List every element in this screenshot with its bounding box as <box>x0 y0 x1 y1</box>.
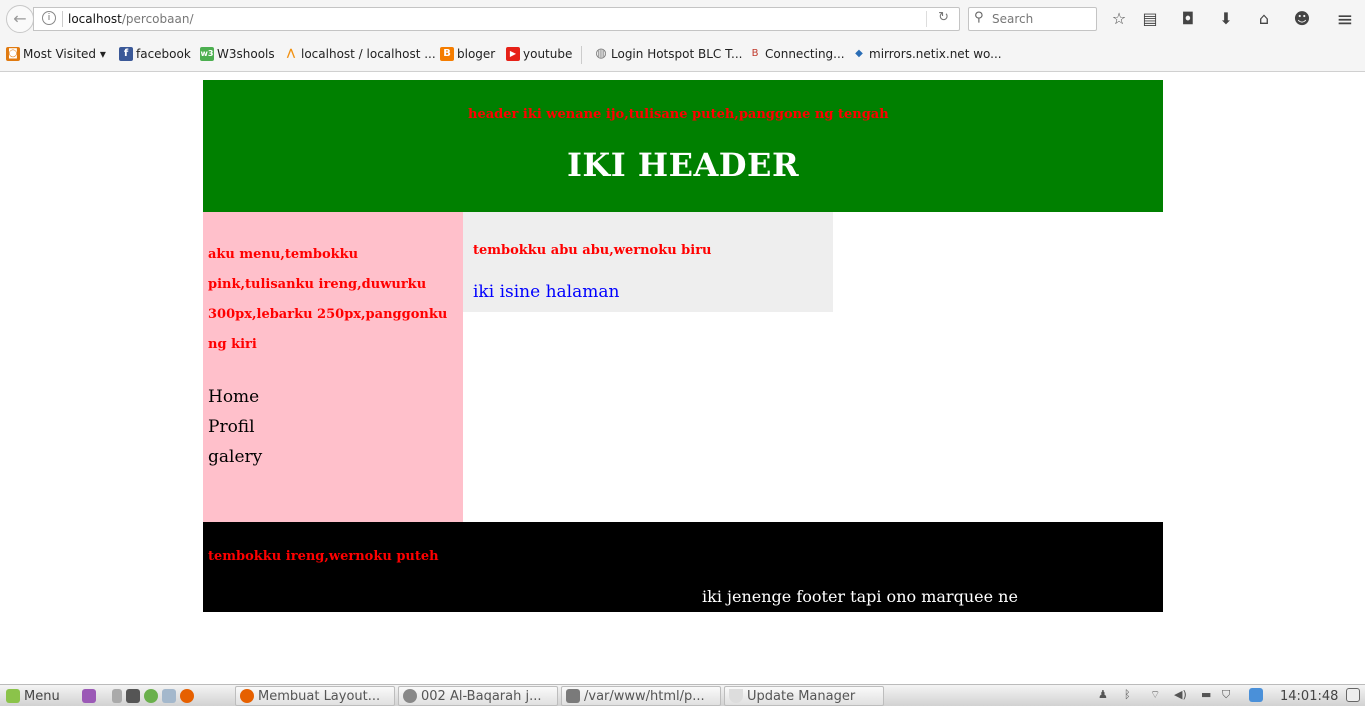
url-text[interactable]: localhost/percobaan/ <box>68 12 194 26</box>
start-menu-button[interactable]: Menu <box>6 687 60 705</box>
os-taskbar: Menu Membuat Layout... 002 Al-Baqarah j.… <box>0 684 1365 706</box>
bookmark-youtube[interactable]: ▶ youtube <box>506 47 572 61</box>
w3schools-icon: w3 <box>200 47 214 61</box>
clock[interactable]: 14:01:48 <box>1280 687 1338 705</box>
bookmark-label: Most Visited ▾ <box>23 47 106 61</box>
workspace-switcher-icon[interactable] <box>1346 688 1360 702</box>
menu-links: Home Profil galery <box>208 382 262 472</box>
shield-icon <box>729 689 743 703</box>
menu-label: Menu <box>24 688 60 704</box>
user-icon[interactable]: ♟ <box>1098 688 1108 701</box>
menu-note: aku menu,tembokku pink,tulisanku ireng,d… <box>208 247 448 352</box>
header-note: header iki wenane ijo,tulisane puteh,pan… <box>468 107 889 122</box>
task-label: 002 Al-Baqarah j... <box>421 688 542 704</box>
bookmark-phpmyadmin[interactable]: ⋀ localhost / localhost ... <box>284 47 436 61</box>
task-player[interactable]: 002 Al-Baqarah j... <box>398 686 558 706</box>
editor-icon <box>566 689 580 703</box>
mint-logo-icon <box>6 689 20 703</box>
page-footer: tembokku ireng,wernoku puteh iki jenenge… <box>203 522 1163 612</box>
download-icon[interactable]: ⬇ <box>1216 9 1236 29</box>
pocket-icon[interactable]: ◘ <box>1178 9 1198 29</box>
menu-link-galery[interactable]: galery <box>208 442 262 472</box>
blogger-icon: B <box>440 47 454 61</box>
search-placeholder: Search <box>992 12 1034 26</box>
files-icon[interactable] <box>162 689 176 703</box>
bookmark-label: localhost / localhost ... <box>301 47 436 61</box>
bookmark-login-hotspot[interactable]: ◍ Login Hotspot BLC T... <box>594 46 743 62</box>
url-host: localhost <box>68 12 122 26</box>
reload-separator <box>926 11 927 27</box>
reload-icon[interactable]: ↻ <box>938 10 949 25</box>
content-area: tembokku abu abu,wernoku biru iki isine … <box>463 212 833 312</box>
terminal-icon[interactable] <box>126 689 140 703</box>
url-bar[interactable]: i localhost/percobaan/ ↻ <box>33 7 960 31</box>
bookmark-label: bloger <box>457 47 496 61</box>
menu-link-home[interactable]: Home <box>208 382 262 412</box>
bookmark-facebook[interactable]: f facebook <box>119 47 191 61</box>
globe-icon: ◍ <box>595 46 607 61</box>
sidebar-menu: aku menu,tembokku pink,tulisanku ireng,d… <box>203 212 463 522</box>
app-icon[interactable] <box>82 689 96 703</box>
bookmark-blogger[interactable]: Bbloger <box>440 47 495 61</box>
player-icon <box>403 689 417 703</box>
web-page: header iki wenane ijo,tulisane puteh,pan… <box>0 72 1365 684</box>
bookmark-star-icon[interactable]: ☆ <box>1109 9 1129 29</box>
search-input[interactable]: ⚲ Search <box>968 7 1097 31</box>
task-editor[interactable]: /var/www/html/p... <box>561 686 721 706</box>
bookmark-label: youtube <box>523 47 573 61</box>
network-icon[interactable] <box>1249 688 1263 702</box>
facebook-icon: f <box>119 47 133 61</box>
bookmark-label: W3shools <box>217 47 275 61</box>
task-label: Membuat Layout... <box>258 688 381 704</box>
quicklaunch <box>82 687 194 705</box>
task-firefox[interactable]: Membuat Layout... <box>235 686 395 706</box>
bookmarks-bar: ◙ Most Visited ▾ f facebook w3 W3shools ⋀ lo… <box>0 38 1365 72</box>
footer-marquee: iki jenenge footer tapi ono marquee ne <box>702 587 1018 606</box>
reading-list-icon[interactable]: ▤ <box>1140 9 1160 29</box>
back-arrow-icon: ← <box>13 9 27 28</box>
bookmark-label: Login Hotspot BLC T... <box>611 47 743 61</box>
show-desktop-icon[interactable] <box>112 689 122 703</box>
bookmark-label: facebook <box>136 47 191 61</box>
content-note: tembokku abu abu,wernoku biru <box>473 243 712 258</box>
bookmark-label: mirrors.netix.net wo... <box>869 47 1002 61</box>
content-text: iki isine halaman <box>473 282 620 302</box>
music-icon[interactable] <box>144 689 158 703</box>
bookmark-w3schools[interactable]: w3 W3shools <box>200 47 275 61</box>
info-icon[interactable]: i <box>42 11 56 25</box>
bookmark-mirrors-netix[interactable]: ◆ mirrors.netix.net wo... <box>852 47 1002 61</box>
firefox-icon <box>240 689 254 703</box>
hamburger-menu-icon[interactable]: ≡ <box>1335 9 1355 29</box>
task-label: Update Manager <box>747 688 856 704</box>
firefox-icon[interactable] <box>180 689 194 703</box>
bir-icon: B <box>751 48 759 59</box>
bookmark-label: Connecting... <box>765 47 845 61</box>
chat-icon[interactable]: ☻ <box>1292 9 1312 29</box>
footer-note: tembokku ireng,wernoku puteh <box>208 549 439 564</box>
task-update-manager[interactable]: Update Manager <box>724 686 884 706</box>
bookmarks-separator <box>581 46 582 64</box>
home-icon[interactable]: ⌂ <box>1254 9 1274 29</box>
header-title: IKI HEADER <box>566 146 800 184</box>
youtube-icon: ▶ <box>506 47 520 61</box>
most-visited-icon: ◙ <box>6 47 20 61</box>
phpmyadmin-icon: ⋀ <box>286 48 296 59</box>
url-separator <box>62 11 63 27</box>
search-icon: ⚲ <box>974 10 984 25</box>
volume-icon[interactable]: ◀) <box>1174 688 1187 701</box>
back-button[interactable]: ← <box>6 5 34 33</box>
tag-icon: ◆ <box>855 48 863 59</box>
browser-toolbar: ← i localhost/percobaan/ ↻ ⚲ Search ☆ ▤ … <box>0 0 1365 38</box>
menu-link-profil[interactable]: Profil <box>208 412 262 442</box>
bluetooth-icon[interactable]: ᛒ <box>1124 688 1131 701</box>
battery-icon[interactable]: ▬ <box>1201 688 1211 701</box>
page-header: header iki wenane ijo,tulisane puteh,pan… <box>203 80 1163 212</box>
task-label: /var/www/html/p... <box>584 688 705 704</box>
shield-tray-icon[interactable]: ⛉ <box>1222 688 1230 702</box>
bookmark-most-visited[interactable]: ◙ Most Visited ▾ <box>6 47 106 61</box>
bookmark-connecting[interactable]: B Connecting... <box>748 47 845 61</box>
url-path: /percobaan/ <box>121 12 194 26</box>
wifi-icon[interactable]: ⌔ <box>1150 688 1160 702</box>
